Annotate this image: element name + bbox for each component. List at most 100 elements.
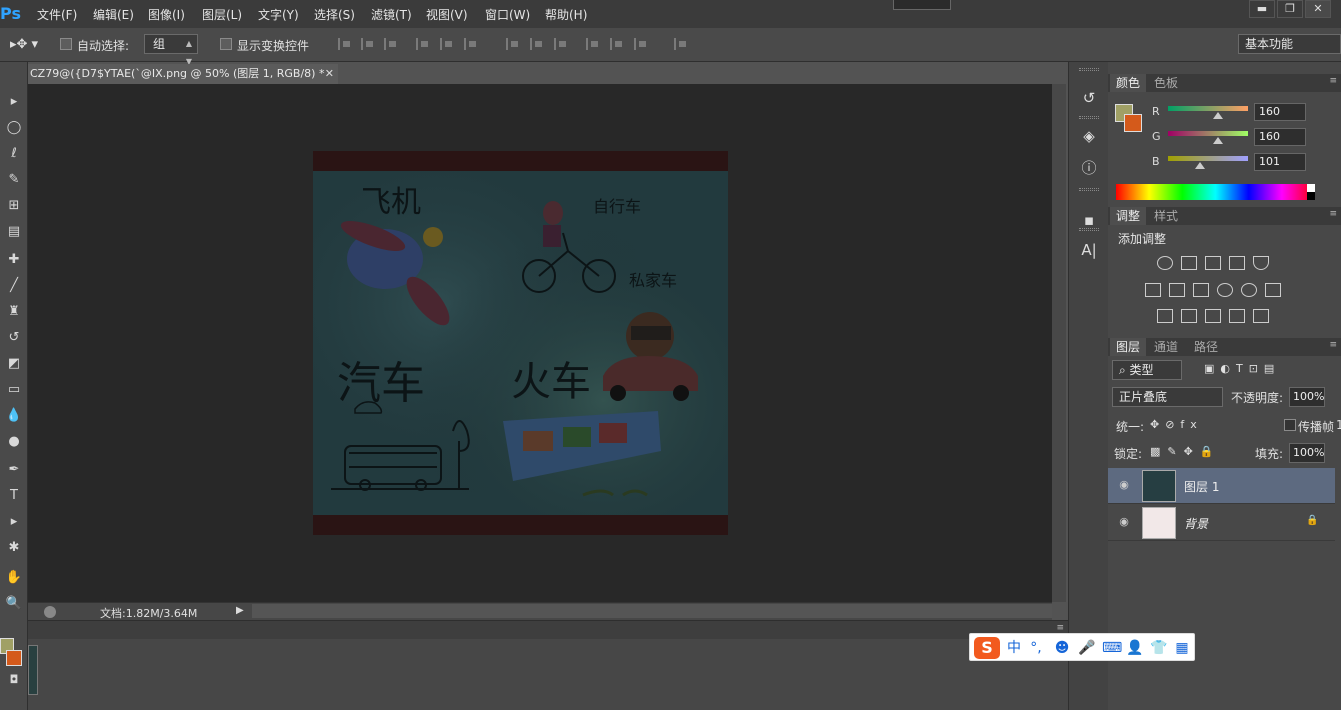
black-white-ramp[interactable] [1307, 184, 1315, 200]
ime-language-toggle[interactable]: 中 [1006, 640, 1022, 656]
menu-layer[interactable]: 图层(L) [202, 6, 242, 23]
path-select-tool-icon[interactable]: ▸ [3, 512, 25, 532]
menu-edit[interactable]: 编辑(E) [93, 6, 134, 23]
black-white-icon[interactable] [1193, 283, 1209, 297]
green-slider-thumb[interactable] [1213, 137, 1223, 144]
skin-icon[interactable]: 👕 [1150, 640, 1167, 656]
dock-grip[interactable] [1079, 68, 1099, 71]
tab-color[interactable]: 颜色 [1110, 74, 1147, 92]
unify-icons[interactable]: ✥⊘fx [1150, 418, 1203, 431]
crop-tool-icon[interactable]: ⊞ [3, 196, 25, 216]
red-value[interactable]: 160 [1254, 103, 1306, 121]
sogou-logo[interactable]: S [974, 637, 1000, 659]
tab-channels[interactable]: 通道 [1148, 338, 1184, 356]
marquee-tool-icon[interactable]: ◯ [3, 118, 25, 138]
align-top-icon[interactable] [338, 38, 352, 50]
image-canvas[interactable]: 飞机 自行车 私家车 汽车 火车 [313, 151, 728, 535]
microphone-icon[interactable]: 🎤 [1078, 640, 1095, 656]
color-lookup-icon[interactable] [1265, 283, 1281, 297]
document-tab[interactable]: CZ79@({D7$YTAE(`@IX.png @ 50% (图层 1, RGB… [28, 64, 338, 84]
menu-filter[interactable]: 滤镜(T) [371, 6, 412, 23]
quick-mask-icon[interactable]: ◘ [3, 670, 25, 690]
panel-menu-icon[interactable]: ≡ [1056, 623, 1064, 633]
color-balance-icon[interactable] [1169, 283, 1185, 297]
history-brush-icon[interactable]: ↺ [3, 328, 25, 348]
minimize-button[interactable]: ▬ [1249, 0, 1275, 18]
layer-row-layer1[interactable]: ◉ 图层 1 [1108, 468, 1335, 504]
shape-tool-icon[interactable]: ✱ [3, 538, 25, 558]
close-icon[interactable]: ✕ [325, 64, 334, 84]
distribute-left-icon[interactable] [586, 38, 600, 50]
background-color-swatch[interactable] [6, 650, 22, 666]
eraser-tool-icon[interactable]: ◩ [3, 354, 25, 374]
opacity-input[interactable]: 100% [1289, 387, 1325, 407]
auto-select-checkbox[interactable] [60, 38, 72, 50]
menu-window[interactable]: 窗口(W) [485, 6, 530, 23]
red-slider[interactable] [1168, 106, 1248, 111]
lasso-tool-icon[interactable]: ℓ [3, 144, 25, 164]
tab-styles[interactable]: 样式 [1148, 207, 1184, 225]
toolbox-icon[interactable]: ▦ [1174, 640, 1190, 656]
distribute-vcenter-icon[interactable] [530, 38, 544, 50]
blend-mode-dropdown[interactable]: 正片叠底 [1112, 387, 1223, 407]
user-icon[interactable]: 👤 [1126, 640, 1143, 656]
photo-filter-icon[interactable] [1217, 283, 1233, 297]
hand-tool-icon[interactable]: ✋ [3, 568, 25, 588]
distribute-bottom-icon[interactable] [554, 38, 568, 50]
exposure-icon[interactable] [1229, 256, 1245, 270]
eye-icon[interactable]: ◉ [1117, 515, 1131, 529]
blue-slider[interactable] [1168, 156, 1248, 161]
healing-tool-icon[interactable]: ✚ [3, 250, 25, 270]
green-slider[interactable] [1168, 131, 1248, 136]
show-transform-checkbox[interactable] [220, 38, 232, 50]
status-menu-arrow-icon[interactable]: ▶ [236, 605, 244, 616]
auto-align-icon[interactable] [674, 38, 688, 50]
stamp-tool-icon[interactable]: ♜ [3, 302, 25, 322]
move-tool-icon[interactable]: ▸✥ ▾ [10, 37, 38, 52]
menu-select[interactable]: 选择(S) [314, 6, 355, 23]
green-value[interactable]: 160 [1254, 128, 1306, 146]
tab-adjustments[interactable]: 调整 [1110, 207, 1147, 225]
layer-filter-icons[interactable]: ▣◐T⊡▤ [1204, 362, 1280, 375]
blur-tool-icon[interactable]: 💧 [3, 406, 25, 426]
vertical-scrollbar[interactable] [1052, 84, 1066, 602]
posterize-icon[interactable] [1181, 309, 1197, 323]
eye-icon[interactable]: ◉ [1117, 478, 1131, 492]
align-bottom-icon[interactable] [384, 38, 398, 50]
threshold-icon[interactable] [1205, 309, 1221, 323]
menu-help[interactable]: 帮助(H) [545, 6, 587, 23]
keyboard-icon[interactable]: ⌨ [1102, 640, 1122, 656]
dock-grip[interactable] [1079, 228, 1099, 231]
workspace-dropdown[interactable]: 基本功能 [1238, 34, 1341, 54]
move-tool-icon[interactable]: ▸ [3, 92, 25, 112]
blue-slider-thumb[interactable] [1195, 162, 1205, 169]
quick-select-tool-icon[interactable]: ✎ [3, 170, 25, 190]
zoom-tool-icon[interactable]: 🔍 [3, 594, 25, 614]
tab-paths[interactable]: 路径 [1188, 338, 1224, 356]
menu-view[interactable]: 视图(V) [426, 6, 468, 23]
menu-image[interactable]: 图像(I) [148, 6, 185, 23]
vibrance-icon[interactable] [1253, 256, 1269, 270]
panel-menu-icon[interactable]: ≡ [1329, 340, 1337, 350]
gradient-tool-icon[interactable]: ▭ [3, 380, 25, 400]
brush-panel-icon[interactable]: ▪ [1079, 210, 1099, 230]
align-hcenter-icon[interactable] [440, 38, 454, 50]
invert-icon[interactable] [1157, 309, 1173, 323]
menu-type[interactable]: 文字(Y) [258, 6, 299, 23]
3d-panel-icon[interactable]: ◈ [1079, 126, 1099, 146]
menu-file[interactable]: 文件(F) [37, 6, 77, 23]
gradient-map-icon[interactable] [1253, 309, 1269, 323]
panel-menu-icon[interactable]: ≡ [1329, 76, 1337, 86]
channel-mixer-icon[interactable] [1241, 283, 1257, 297]
auto-select-dropdown[interactable]: 组 ▲ ▼ [144, 34, 198, 66]
status-icon[interactable] [44, 606, 56, 618]
lock-icons[interactable]: ▩✎✥🔒 [1150, 445, 1221, 458]
emoji-icon[interactable]: ☻ [1054, 640, 1070, 656]
blue-value[interactable]: 101 [1254, 153, 1306, 171]
layer-filter-dropdown[interactable]: ⌕ 类型 [1112, 360, 1182, 380]
dodge-tool-icon[interactable]: ● [3, 432, 25, 452]
history-panel-icon[interactable]: ↺ [1079, 88, 1099, 108]
restore-button[interactable]: ❐ [1277, 0, 1303, 18]
eyedropper-tool-icon[interactable]: ▤ [3, 222, 25, 242]
horizontal-scrollbar[interactable] [252, 604, 1052, 618]
